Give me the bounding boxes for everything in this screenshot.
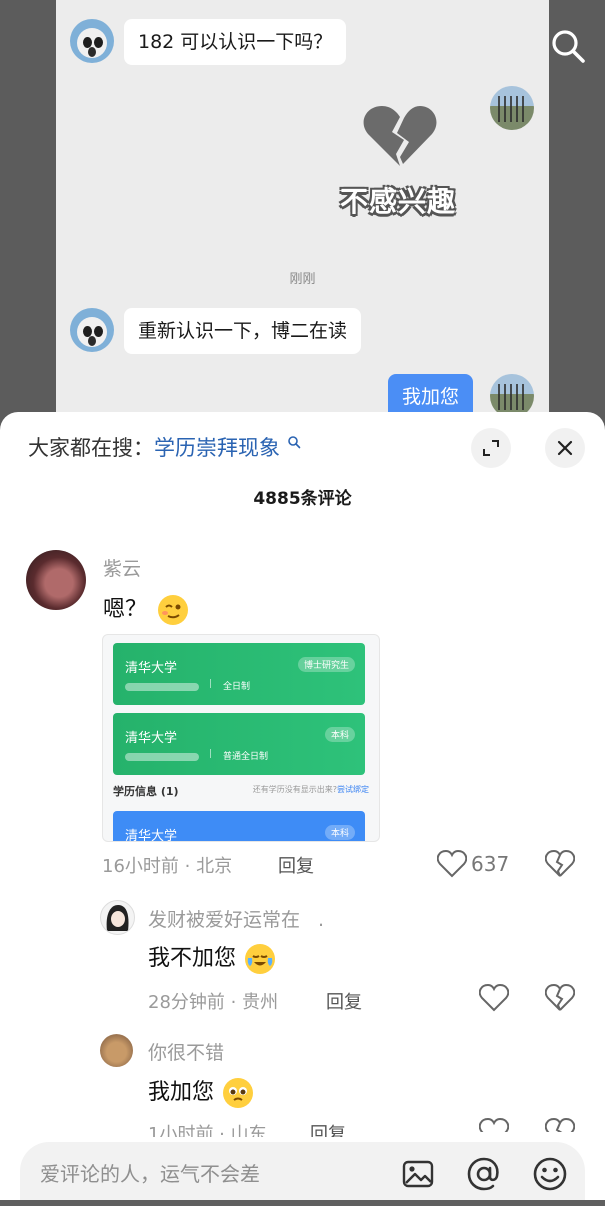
hot-search-label: 大家都在搜： [28, 436, 154, 460]
comment-count: 4885条评论 [253, 489, 352, 509]
smirk-emoji-icon [158, 595, 189, 625]
chat-avatar-left [70, 19, 114, 63]
chat-avatar-right [490, 86, 534, 130]
broken-heart-sticker-icon [363, 106, 437, 166]
at-icon[interactable] [466, 1156, 502, 1192]
comment-sheet: 大家都在搜：学历崇拜现象 4885条评论 紫云 嗯？ 清华大学 博士研究生 | [0, 412, 605, 1200]
separator: | [209, 749, 213, 759]
hot-search-row[interactable]: 大家都在搜：学历崇拜现象 [28, 432, 301, 464]
reply-button[interactable]: 回复 [326, 988, 362, 1014]
search-icon[interactable] [548, 26, 588, 66]
comment-time-location: 28分钟前 · 贵州 [148, 992, 279, 1013]
avatar[interactable] [100, 900, 135, 935]
expand-button[interactable] [471, 428, 511, 468]
comment-input-bar[interactable]: 爱评论的人，运气不会差 [20, 1142, 585, 1200]
comment-time-location: 16小时前 · 北京 [102, 856, 233, 877]
comment-author[interactable]: 发财被爱好运常在. [148, 905, 324, 932]
comment-image[interactable]: 清华大学 博士研究生 | 全日制 清华大学 本科 | 普通全日制 学历信息 (1… [102, 634, 380, 842]
close-button[interactable] [545, 428, 585, 468]
education-card: 清华大学 本科 | 普通全日制 [113, 713, 365, 775]
crying-laughing-emoji-icon [245, 944, 276, 974]
university-name: 清华大学 [125, 829, 178, 842]
education-card: 清华大学 本科 [113, 811, 365, 842]
chat-message: 182 可以认识一下吗？ [124, 19, 347, 65]
like-count: 637 [471, 852, 510, 876]
comment-text: 嗯？ [103, 591, 189, 625]
broken-heart-icon[interactable] [545, 850, 575, 878]
reply-button[interactable]: 回复 [278, 852, 314, 878]
chat-timestamp: 刚刚 [289, 272, 316, 287]
pleading-emoji-icon [223, 1078, 254, 1108]
comment-body: 我不加您 [148, 946, 237, 971]
degree-tag: 本科 [324, 727, 355, 742]
university-name: 清华大学 [125, 661, 178, 676]
comment-author[interactable]: 你很不错 [148, 1038, 224, 1065]
comment-body: 我加您 [148, 1080, 215, 1105]
sticker-caption: 不感兴趣 [339, 185, 456, 218]
chat-screenshot [56, 0, 549, 440]
chat-message: 重新认识一下，博二在读 [124, 308, 362, 354]
avatar[interactable] [100, 1034, 133, 1067]
degree-tag: 本科 [324, 825, 355, 840]
hot-search-term[interactable]: 学历崇拜现象 [154, 436, 280, 460]
blurred-id [125, 683, 199, 691]
comment-input[interactable]: 爱评论的人，运气不会差 [40, 1142, 260, 1206]
degree-tag: 博士研究生 [297, 657, 355, 672]
broken-heart-icon[interactable] [545, 984, 575, 1012]
comment-text: 我不加您 [148, 940, 276, 974]
avatar[interactable] [26, 550, 86, 610]
close-icon [557, 440, 573, 456]
chat-avatar-left [70, 308, 114, 352]
comment-text: 我加您 [148, 1074, 254, 1108]
video-background[interactable]: 182 可以认识一下吗？ 不感兴趣 刚刚 重新认识一下，博二在读 我加您 [0, 0, 605, 440]
heart-icon[interactable] [437, 850, 467, 878]
university-name: 清华大学 [125, 731, 178, 746]
comment-body: 嗯？ [103, 597, 148, 622]
bind-hint: 还有学历没有显示出来?尝试绑定 [252, 785, 369, 794]
comment-author[interactable]: 紫云 [103, 554, 141, 581]
study-mode: 全日制 [223, 682, 251, 692]
education-info-label: 学历信息 (1) [113, 785, 179, 798]
blurred-id [125, 753, 199, 761]
emoji-icon[interactable] [532, 1156, 568, 1192]
study-mode: 普通全日制 [223, 752, 269, 762]
heart-icon[interactable] [479, 984, 509, 1012]
expand-icon [483, 440, 499, 456]
separator: | [209, 679, 213, 689]
education-card: 清华大学 博士研究生 | 全日制 [113, 643, 365, 705]
magnifier-icon [287, 436, 300, 449]
image-icon[interactable] [400, 1156, 436, 1192]
